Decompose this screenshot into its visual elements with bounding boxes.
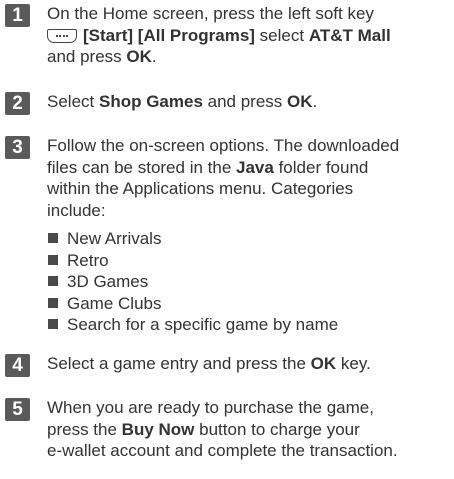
step-5-text: press the (47, 419, 117, 439)
square-bullet-icon (48, 297, 58, 308)
buy-now-label: Buy Now (121, 419, 195, 439)
category-list: New Arrivals Retro 3D Games Game Clubs S… (47, 228, 450, 336)
shop-games-label: Shop Games (98, 92, 203, 111)
square-bullet-icon (48, 233, 58, 243)
list-item: Retro (47, 250, 450, 272)
step-1-text: and press (47, 47, 122, 66)
step-1-text: . (151, 47, 157, 66)
step-5-line-1: When you are ready to purchase the game, (47, 398, 374, 417)
step-3-text: folder found (278, 157, 369, 177)
step-5-text: button to charge your (199, 419, 360, 439)
step-5: 5 When you are ready to purchase the gam… (5, 397, 450, 462)
step-5-line-3: e-wallet account and complete the transa… (47, 441, 398, 460)
category-label: 3D Games (67, 272, 149, 291)
start-label: [Start] (83, 25, 134, 45)
step-3-line-4: include: (47, 200, 106, 220)
step-2-text: and press (207, 92, 283, 111)
step-number-badge: 1 (5, 4, 30, 27)
category-label: New Arrivals (67, 229, 162, 248)
ok-key-label: OK (287, 92, 313, 111)
step-2-line-1: Select Shop Games and press OK. (47, 91, 450, 113)
step-3-line-1: Follow the on-screen options. The downlo… (47, 136, 400, 155)
step-number-badge: 5 (5, 398, 30, 421)
category-label: Game Clubs (67, 293, 162, 313)
step-2-text: Select (47, 92, 95, 111)
step-number-badge: 2 (5, 92, 30, 115)
square-bullet-icon (48, 254, 58, 265)
step-number-badge: 4 (5, 354, 30, 377)
all-programs-label: [All Programs] (137, 25, 255, 45)
step-1: 1 On the Home screen, press the left sof… (5, 3, 450, 68)
list-item: Search for a specific game by name (47, 314, 450, 336)
step-3-text: files can be stored in the (47, 157, 232, 177)
ok-key-label: OK (126, 47, 152, 66)
square-bullet-icon (48, 319, 58, 329)
step-1-line-1: On the Home screen, press the left soft … (47, 4, 374, 23)
ok-key-label: OK (310, 354, 337, 373)
step-3-line-2: files can be stored in the Java folder f… (47, 157, 450, 179)
step-1-line-2: [Start] [All Programs] select AT&T Mall (47, 25, 450, 47)
instructions-page: 1 On the Home screen, press the left sof… (0, 0, 454, 479)
step-2: 2 Select Shop Games and press OK. (5, 91, 450, 115)
step-2-text: . (312, 92, 318, 111)
step-1-line-3: and press OK. (47, 46, 450, 68)
step-3-line-3: within the Applications menu. Categories (47, 179, 354, 198)
step-1-text: select (259, 25, 305, 45)
category-label: Search for a specific game by name (67, 315, 339, 334)
step-5-line-2: press the Buy Now button to charge your (47, 419, 450, 441)
step-3: 3 Follow the on-screen options. The down… (5, 135, 450, 336)
list-item: New Arrivals (47, 228, 450, 250)
left-soft-key-icon (47, 28, 77, 43)
java-folder-label: Java (236, 157, 274, 177)
list-item: 3D Games (47, 271, 450, 293)
list-item: Game Clubs (47, 293, 450, 315)
step-4-text: key. (340, 354, 371, 373)
step-4-text: Select a game entry and press the (47, 354, 306, 373)
att-mall-label: AT&T Mall (308, 25, 391, 45)
step-number-badge: 3 (5, 136, 30, 159)
square-bullet-icon (48, 276, 58, 286)
step-4: 4 Select a game entry and press the OK k… (5, 353, 450, 377)
step-4-line-1: Select a game entry and press the OK key… (47, 353, 450, 375)
category-label: Retro (67, 250, 109, 270)
